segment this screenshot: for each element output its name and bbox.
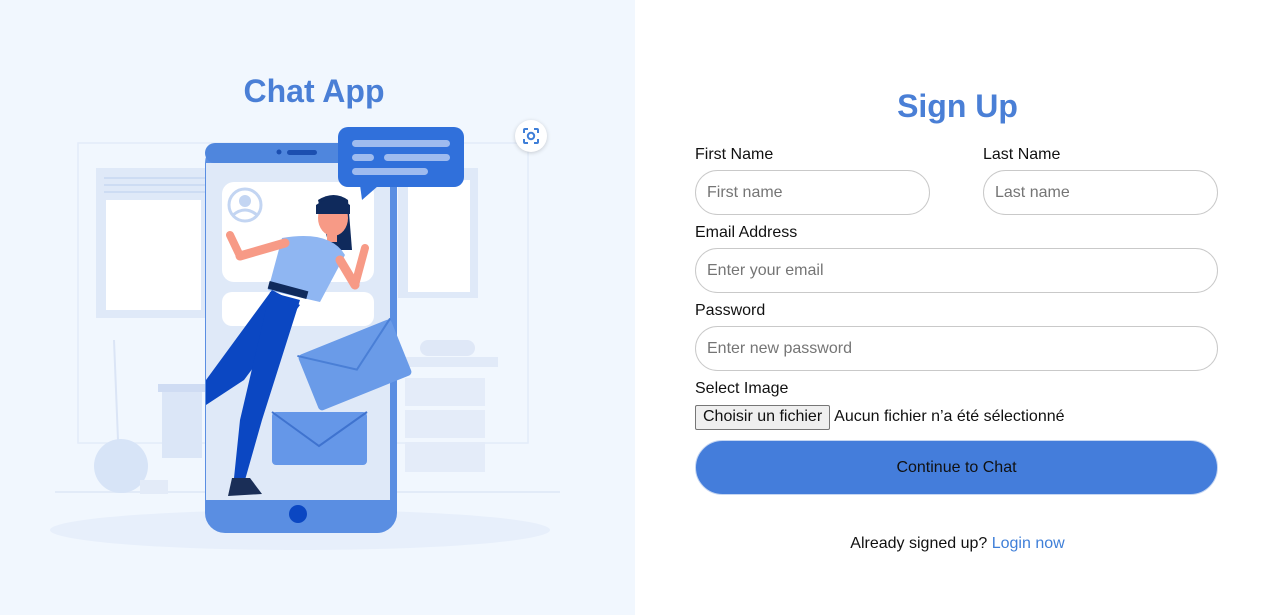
file-status-text: Aucun fichier n’a été sélectionné <box>834 408 1065 425</box>
lens-button[interactable] <box>515 120 547 152</box>
choose-file-button[interactable]: Choisir un fichier <box>695 404 831 430</box>
signup-panel: Sign Up First Name Last Name Email Addre… <box>635 0 1280 615</box>
app-title: Chat App <box>243 73 385 109</box>
password-input[interactable] <box>695 326 1218 371</box>
last-name-label: Last Name <box>983 146 1061 163</box>
login-now-link[interactable]: Login now <box>992 535 1065 552</box>
email-label: Email Address <box>695 224 798 241</box>
already-signed-up-text: Already signed up? <box>850 535 988 552</box>
select-image-label: Select Image <box>695 380 789 397</box>
illustration-panel: Chat App <box>0 0 635 615</box>
login-prompt: Already signed up? Login now <box>635 535 1280 553</box>
signup-title: Sign Up <box>897 88 1018 124</box>
first-name-label: First Name <box>695 146 774 163</box>
continue-to-chat-button[interactable]: Continue to Chat <box>695 440 1218 495</box>
first-name-input[interactable] <box>695 170 930 215</box>
email-input[interactable] <box>695 248 1218 293</box>
scan-lens-icon <box>523 128 539 144</box>
last-name-input[interactable] <box>983 170 1218 215</box>
file-picker: Choisir un fichier Aucun fichier n’a été… <box>695 404 1065 430</box>
password-label: Password <box>695 302 766 319</box>
